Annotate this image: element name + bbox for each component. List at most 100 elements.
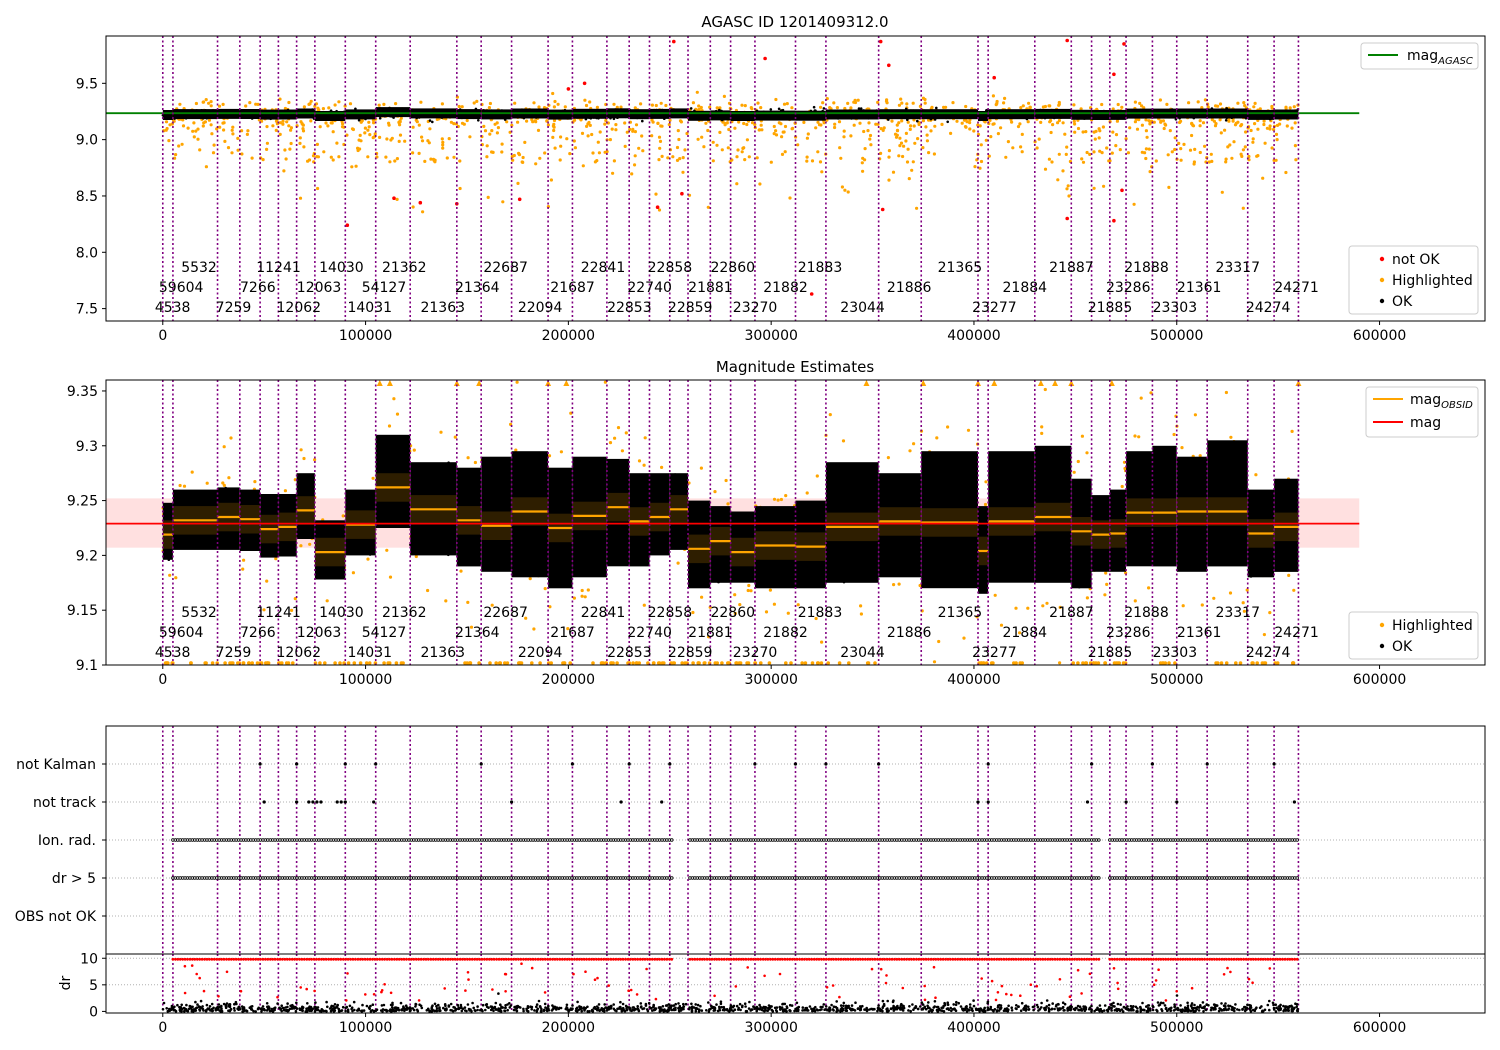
obsid-label: 21888 <box>1124 605 1169 621</box>
highlighted-point <box>1162 126 1166 131</box>
highlighted-point <box>755 156 759 160</box>
ok-point <box>1231 114 1235 117</box>
ok-point <box>773 568 776 572</box>
highlighted-point <box>660 154 664 158</box>
flag-point <box>986 800 990 804</box>
highlighted-point <box>776 498 780 502</box>
highlighted-point <box>828 413 832 417</box>
highlighted-point <box>861 169 865 173</box>
highlighted-point <box>419 100 423 104</box>
highlighted-point <box>1128 126 1132 130</box>
highlighted-point <box>790 127 794 131</box>
highlighted-point <box>1043 167 1048 171</box>
ok-point <box>900 482 904 486</box>
ok-point <box>868 471 871 474</box>
ok-point <box>952 563 955 567</box>
highlighted-point-clipped <box>815 661 820 665</box>
highlighted-point <box>1085 150 1089 155</box>
ok-point <box>949 553 952 557</box>
ok-point <box>850 117 853 120</box>
highlighted-point <box>904 139 908 143</box>
highlighted-point <box>664 103 668 108</box>
highlighted-point <box>1147 147 1151 151</box>
highlighted-point <box>500 150 504 154</box>
highlighted-point <box>1192 160 1196 164</box>
highlighted-point <box>946 425 950 429</box>
flag-point <box>793 762 798 766</box>
ok-point <box>223 531 227 535</box>
obsid-label: 7266 <box>240 280 276 296</box>
highlighted-point-clipped <box>488 661 492 665</box>
highlighted-point <box>209 123 213 127</box>
ok-point <box>659 542 662 545</box>
ok-point <box>1076 488 1079 491</box>
highlighted-point <box>1092 186 1096 190</box>
highlighted-point <box>392 397 396 401</box>
highlighted-point <box>1182 142 1186 146</box>
obsid-label: 21886 <box>887 280 932 296</box>
ok-point <box>1131 109 1134 113</box>
ok-point <box>522 537 526 541</box>
not-ok-point <box>887 63 891 68</box>
ok-point <box>532 114 535 118</box>
ok-point <box>219 115 222 119</box>
highlighted-point <box>563 105 567 109</box>
ok-point <box>433 115 437 118</box>
highlighted-point <box>1010 120 1014 124</box>
ok-point <box>1293 559 1296 562</box>
ok-point <box>275 116 278 119</box>
obsid-label: 11241 <box>256 605 301 621</box>
ok-point <box>1189 467 1192 471</box>
ok-point <box>282 496 286 499</box>
highlighted-point <box>244 104 248 108</box>
ok-point <box>1284 114 1288 117</box>
highlighted-point <box>309 99 313 103</box>
x-tick-label: 600000 <box>1353 672 1406 688</box>
highlighted-point <box>528 577 532 581</box>
highlighted-point <box>1020 150 1024 154</box>
obsid-label: 14031 <box>347 300 392 316</box>
highlighted-point <box>780 135 784 139</box>
ok-point <box>1047 115 1051 119</box>
obsid-label: 22687 <box>483 260 528 276</box>
highlighted-point <box>417 123 421 127</box>
highlighted-point <box>447 137 451 141</box>
highlighted-point <box>910 168 914 172</box>
highlighted-point <box>1243 145 1247 149</box>
highlighted-point <box>905 160 910 164</box>
highlighted-point <box>309 119 313 123</box>
highlighted-point <box>706 205 710 209</box>
ok-point <box>417 113 421 117</box>
highlighted-point <box>329 121 333 125</box>
ok-point <box>531 544 535 547</box>
ok-point <box>847 500 851 504</box>
ok-point <box>630 558 633 561</box>
ok-point <box>449 545 453 548</box>
ok-point <box>701 565 704 569</box>
highlighted-point-clipped <box>657 661 662 665</box>
highlighted-point <box>525 119 529 123</box>
ok-point <box>458 108 462 111</box>
highlighted-point <box>612 102 616 106</box>
highlighted-point <box>1066 184 1070 188</box>
flag-point <box>627 762 631 766</box>
highlighted-point <box>1262 122 1266 127</box>
highlighted-point <box>583 98 587 102</box>
ok-point <box>453 551 457 554</box>
highlighted-point <box>631 127 635 131</box>
highlighted-point <box>558 158 562 162</box>
ok-point <box>354 107 357 111</box>
highlighted-point-clipped <box>241 661 246 665</box>
highlighted-point <box>586 588 590 592</box>
highlighted-point <box>1274 158 1278 162</box>
highlighted-point-clipped <box>358 661 363 665</box>
highlighted-point <box>868 137 872 141</box>
y-tick-label: 9.3 <box>76 439 98 455</box>
highlighted-point <box>190 470 194 474</box>
highlighted-point <box>1144 129 1148 133</box>
highlighted-point <box>749 589 753 593</box>
highlighted-point <box>923 97 927 102</box>
highlighted-point <box>725 121 729 125</box>
flag-point <box>660 800 664 804</box>
dr-point-high <box>183 957 187 961</box>
